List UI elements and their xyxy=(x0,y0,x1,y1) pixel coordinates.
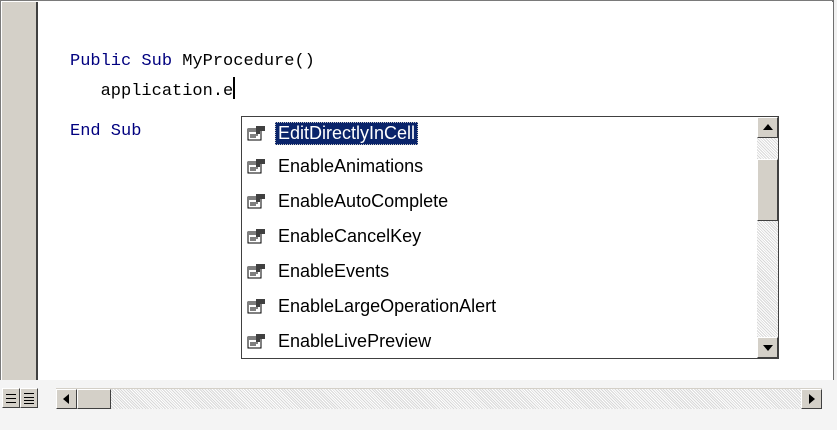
scroll-up-button[interactable] xyxy=(757,117,778,138)
scroll-left-button[interactable] xyxy=(56,389,77,409)
margin-indicator-bar[interactable] xyxy=(2,2,38,380)
list-item-label: EnableAnimations xyxy=(278,155,424,176)
arrow-left-icon xyxy=(63,394,69,404)
list-item-label: EnableLargeOperationAlert xyxy=(278,295,497,316)
scroll-thumb[interactable] xyxy=(757,159,778,221)
procedure-name: MyProcedure() xyxy=(172,52,315,71)
list-item[interactable]: EditDirectlyInCell xyxy=(242,117,756,149)
keyword: Public Sub xyxy=(70,52,173,71)
arrow-up-icon xyxy=(763,124,773,130)
keyword: End Sub xyxy=(70,122,142,141)
code-text: application.e xyxy=(70,82,234,101)
code-line-3: End Sub xyxy=(70,117,141,147)
text-caret xyxy=(233,77,236,99)
full-module-view-button[interactable] xyxy=(20,388,38,408)
scroll-right-button[interactable] xyxy=(801,389,822,409)
property-icon xyxy=(247,157,267,175)
list-item-label: EditDirectlyInCell xyxy=(275,121,419,145)
list-item[interactable]: EnableAnimations xyxy=(242,150,756,182)
list-item-label: EnableAutoComplete xyxy=(278,190,449,211)
property-icon xyxy=(247,262,267,280)
arrow-down-icon xyxy=(763,345,773,351)
list-item[interactable]: EnableLargeOperationAlert xyxy=(242,290,756,322)
list-item-label: EnableEvents xyxy=(278,260,390,281)
code-window: Public Sub MyProcedure() application.e E… xyxy=(0,0,834,380)
list-item[interactable]: EnableLivePreview xyxy=(242,325,756,357)
vertical-scrollbar[interactable] xyxy=(757,117,778,358)
scroll-thumb[interactable] xyxy=(77,389,111,409)
property-icon xyxy=(247,227,267,245)
list-item[interactable]: EnableAutoComplete xyxy=(242,185,756,217)
property-icon xyxy=(247,192,267,210)
property-icon xyxy=(247,297,267,315)
member-list[interactable]: EditDirectlyInCell EnableAnimations Enab… xyxy=(242,117,756,358)
property-icon xyxy=(247,332,267,350)
autocomplete-list[interactable]: EditDirectlyInCell EnableAnimations Enab… xyxy=(241,116,779,359)
property-icon xyxy=(247,124,267,142)
code-line-1: Public Sub MyProcedure() xyxy=(70,47,315,77)
horizontal-scrollbar[interactable] xyxy=(56,388,822,409)
list-item-label: EnableCancelKey xyxy=(278,225,422,246)
list-item[interactable]: EnableCancelKey xyxy=(242,220,756,252)
code-line-2: application.e xyxy=(70,77,236,107)
scroll-down-button[interactable] xyxy=(757,337,778,358)
editor-status-bar xyxy=(0,380,837,430)
procedure-view-button[interactable] xyxy=(2,388,20,408)
arrow-right-icon xyxy=(809,394,815,404)
list-item[interactable]: EnableEvents xyxy=(242,255,756,287)
list-item-label: EnableLivePreview xyxy=(278,330,432,351)
